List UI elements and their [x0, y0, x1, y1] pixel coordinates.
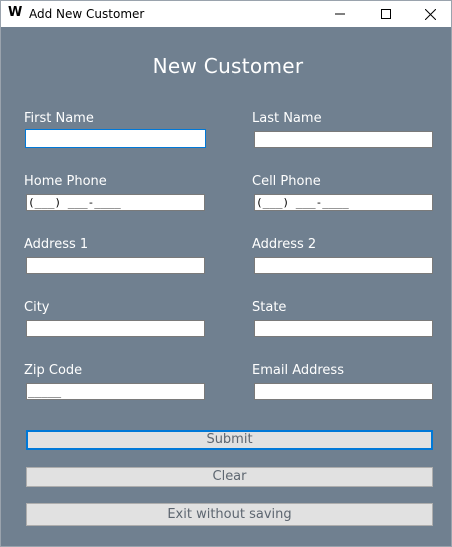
- maximize-icon: [381, 9, 391, 19]
- title-bar[interactable]: W Add New Customer: [1, 1, 451, 27]
- add-customer-window: W Add New Customer New Customer First Na…: [0, 0, 452, 547]
- close-icon: [425, 9, 436, 20]
- minimize-icon: [335, 13, 345, 15]
- state-field[interactable]: [254, 320, 433, 337]
- exit-without-saving-button[interactable]: Exit without saving: [26, 503, 433, 526]
- zip-code-field[interactable]: _____: [26, 383, 205, 400]
- zip-code-label: Zip Code: [24, 363, 83, 378]
- city-label: City: [24, 300, 50, 315]
- clear-button[interactable]: Clear: [26, 467, 433, 487]
- email-field[interactable]: [254, 383, 433, 400]
- last-name-field[interactable]: [254, 131, 433, 148]
- city-field[interactable]: [26, 320, 205, 337]
- first-name-field[interactable]: [25, 129, 206, 148]
- cell-phone-field[interactable]: (___) ___-____: [254, 194, 433, 211]
- home-phone-label: Home Phone: [24, 174, 107, 189]
- state-label: State: [252, 300, 287, 315]
- close-button[interactable]: [407, 1, 452, 27]
- submit-button[interactable]: Submit: [26, 430, 433, 450]
- address2-label: Address 2: [252, 237, 317, 252]
- first-name-label: First Name: [24, 111, 94, 126]
- form-panel: New Customer First Name Last Name Home P…: [1, 27, 451, 546]
- address1-label: Address 1: [24, 237, 89, 252]
- email-label: Email Address: [252, 363, 344, 378]
- minimize-button[interactable]: [317, 1, 363, 27]
- window-title: Add New Customer: [29, 7, 145, 21]
- maximize-button[interactable]: [363, 1, 409, 27]
- form-heading: New Customer: [152, 54, 304, 78]
- app-logo-icon: W: [8, 5, 23, 20]
- cell-phone-label: Cell Phone: [252, 174, 321, 189]
- home-phone-field[interactable]: (___) ___-____: [26, 194, 205, 211]
- address2-field[interactable]: [254, 257, 433, 274]
- last-name-label: Last Name: [252, 111, 322, 126]
- address1-field[interactable]: [26, 257, 205, 274]
